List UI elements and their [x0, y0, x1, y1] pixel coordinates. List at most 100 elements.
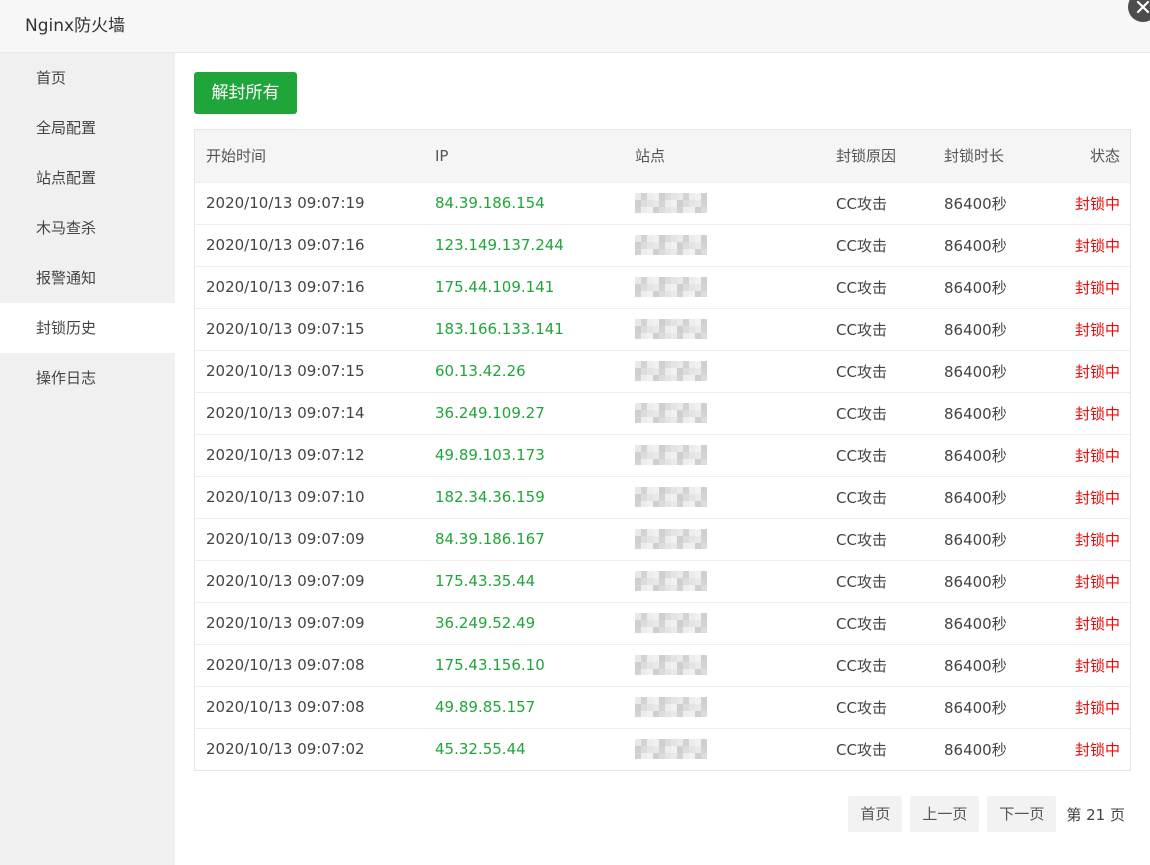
redacted-site-mosaic	[635, 655, 707, 675]
table-row: 2020/10/13 09:07:10 182.34.36.159 CC攻击 8640…	[195, 476, 1130, 518]
cell-block-duration-text: 86400秒	[944, 488, 1007, 507]
cell-status-text: 封锁中	[1074, 320, 1120, 339]
cell-block-duration: 86400秒	[933, 644, 1033, 686]
cell-site	[624, 560, 825, 602]
header-ip: IP	[435, 146, 449, 165]
cell-start-time: 2020/10/13 09:07:15	[195, 350, 424, 392]
table-row: 2020/10/13 09:07:08 175.43.156.10 CC攻击 8640…	[195, 644, 1130, 686]
cell-status: 封锁中	[1033, 518, 1130, 560]
cell-ip-text: 36.249.52.49	[435, 614, 536, 632]
cell-ip: 49.89.85.157	[424, 686, 624, 728]
cell-block-duration: 86400秒	[933, 434, 1033, 476]
cell-start-time-text: 2020/10/13 09:07:08	[206, 698, 365, 716]
unblock-all-button[interactable]: 解封所有	[194, 72, 297, 114]
cell-start-time-text: 2020/10/13 09:07:16	[206, 278, 365, 296]
cell-status-text: 封锁中	[1074, 614, 1120, 633]
cell-block-reason: CC攻击	[825, 560, 933, 602]
prev-page-button[interactable]: 上一页	[910, 796, 980, 832]
cell-site	[624, 392, 825, 434]
table-row: 2020/10/13 09:07:12 49.89.103.173 CC攻击 8640…	[195, 434, 1130, 476]
cell-status-text: 封锁中	[1074, 362, 1120, 381]
cell-block-reason-text: CC攻击	[836, 530, 887, 549]
cell-block-reason-text: CC攻击	[836, 362, 887, 381]
redacted-site-mosaic	[635, 361, 707, 381]
cell-ip: 183.166.133.141	[424, 308, 624, 350]
next-page-button[interactable]: 下一页	[987, 796, 1057, 832]
cell-ip-text: 175.44.109.141	[435, 278, 555, 296]
table-row: 2020/10/13 09:07:15 183.166.133.141 CC攻击 86…	[195, 308, 1130, 350]
cell-block-reason-text: CC攻击	[836, 488, 887, 507]
cell-block-reason: CC攻击	[825, 602, 933, 644]
table-header-row: 开始时间 IP 站点 封锁原因 封锁时长 状态	[195, 130, 1130, 182]
cell-start-time-text: 2020/10/13 09:07:09	[206, 572, 365, 590]
cell-start-time: 2020/10/13 09:07:02	[195, 728, 424, 770]
first-page-button[interactable]: 首页	[848, 796, 903, 832]
cell-block-duration-text: 86400秒	[944, 698, 1007, 717]
redacted-site-mosaic	[635, 529, 707, 549]
cell-ip: 175.43.35.44	[424, 560, 624, 602]
redacted-site-mosaic	[635, 445, 707, 465]
cell-ip: 84.39.186.167	[424, 518, 624, 560]
sidebar-item-global-config[interactable]: 全局配置	[0, 103, 175, 153]
cell-block-duration: 86400秒	[933, 602, 1033, 644]
redacted-site-mosaic	[635, 193, 707, 213]
cell-status-text: 封锁中	[1074, 656, 1120, 675]
cell-block-reason-text: CC攻击	[836, 572, 887, 591]
cell-block-reason: CC攻击	[825, 686, 933, 728]
redacted-site-mosaic	[635, 319, 707, 339]
sidebar-item-alert-notify[interactable]: 报警通知	[0, 253, 175, 303]
table-row: 2020/10/13 09:07:15 60.13.42.26 CC攻击 86400秒…	[195, 350, 1130, 392]
cell-block-duration-text: 86400秒	[944, 362, 1007, 381]
cell-status: 封锁中	[1033, 644, 1130, 686]
cell-block-duration: 86400秒	[933, 686, 1033, 728]
cell-ip-text: 45.32.55.44	[435, 740, 526, 759]
main-content: 解封所有 开始时间 IP 站点 封锁原因 封锁时长 状态 2020/10/13 …	[175, 53, 1150, 865]
cell-start-time: 2020/10/13 09:07:09	[195, 602, 424, 644]
cell-block-duration: 86400秒	[933, 350, 1033, 392]
sidebar-item-home[interactable]: 首页	[0, 53, 175, 103]
cell-start-time: 2020/10/13 09:07:08	[195, 686, 424, 728]
cell-ip-text: 183.166.133.141	[435, 320, 564, 338]
table-row: 2020/10/13 09:07:16 123.149.137.244 CC攻击 86…	[195, 224, 1130, 266]
cell-site	[624, 644, 825, 686]
cell-block-reason: CC攻击	[825, 182, 933, 224]
cell-start-time: 2020/10/13 09:07:08	[195, 644, 424, 686]
cell-ip-text: 60.13.42.26	[435, 362, 526, 380]
redacted-site-mosaic	[635, 613, 707, 633]
cell-status-text: 封锁中	[1074, 530, 1120, 549]
cell-block-duration: 86400秒	[933, 728, 1033, 770]
cell-start-time: 2020/10/13 09:07:16	[195, 266, 424, 308]
sidebar: 首页 全局配置 站点配置 木马查杀 报警通知 封锁历史 操作日志	[0, 53, 175, 865]
cell-start-time-text: 2020/10/13 09:07:15	[206, 320, 365, 338]
redacted-site-mosaic	[635, 571, 707, 591]
cell-start-time-text: 2020/10/13 09:07:10	[206, 488, 365, 506]
sidebar-item-operation-log[interactable]: 操作日志	[0, 353, 175, 403]
cell-status: 封锁中	[1033, 728, 1130, 770]
cell-ip-text: 123.149.137.244	[435, 236, 564, 254]
cell-site	[624, 728, 825, 770]
cell-block-reason: CC攻击	[825, 728, 933, 770]
cell-block-duration: 86400秒	[933, 308, 1033, 350]
header-block-duration: 封锁时长	[944, 147, 1005, 166]
cell-start-time-text: 2020/10/13 09:07:09	[206, 530, 365, 548]
cell-block-reason: CC攻击	[825, 434, 933, 476]
cell-status: 封锁中	[1033, 602, 1130, 644]
close-icon	[1136, 0, 1150, 14]
cell-ip-text: 84.39.186.167	[435, 530, 545, 548]
sidebar-item-block-history[interactable]: 封锁历史	[0, 303, 175, 353]
cell-ip: 45.32.55.44	[424, 728, 624, 770]
redacted-site-mosaic	[635, 697, 707, 717]
cell-block-duration-text: 86400秒	[944, 278, 1007, 297]
cell-start-time: 2020/10/13 09:07:15	[195, 308, 424, 350]
cell-status: 封锁中	[1033, 308, 1130, 350]
cell-block-reason: CC攻击	[825, 518, 933, 560]
cell-status: 封锁中	[1033, 224, 1130, 266]
cell-start-time-text: 2020/10/13 09:07:02	[206, 740, 365, 759]
cell-block-reason: CC攻击	[825, 350, 933, 392]
sidebar-item-trojan-scan[interactable]: 木马查杀	[0, 203, 175, 253]
sidebar-item-site-config[interactable]: 站点配置	[0, 153, 175, 203]
cell-ip: 84.39.186.154	[424, 182, 624, 224]
cell-status-text: 封锁中	[1074, 698, 1120, 717]
cell-site	[624, 602, 825, 644]
close-button[interactable]	[1128, 0, 1150, 22]
